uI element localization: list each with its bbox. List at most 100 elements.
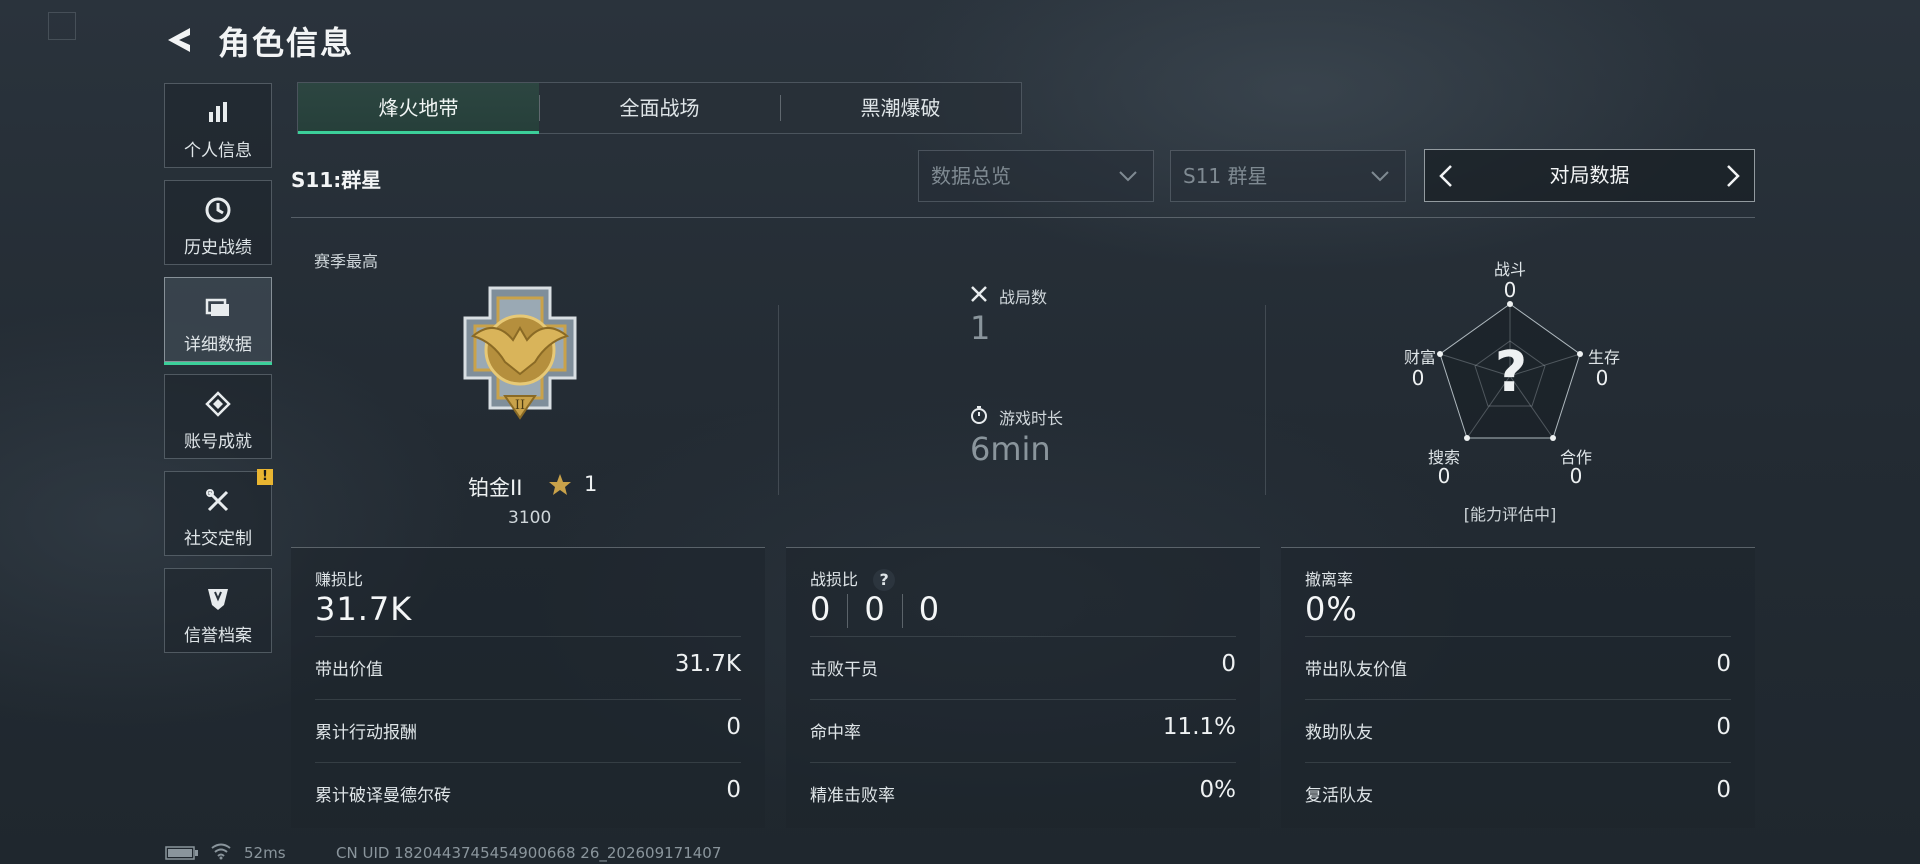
chevron-right-icon[interactable] <box>1718 162 1746 190</box>
sidebar-item-label: 社交定制 <box>184 529 252 549</box>
ratio-value: 0 <box>810 590 832 628</box>
stat-value: 0 <box>726 714 741 740</box>
stat-label: 带出价值 <box>315 660 383 680</box>
radar-value-combat: 0 <box>1503 278 1517 302</box>
radar-label-combat: 战斗 <box>1493 260 1526 279</box>
dropdown-value: S11 群星 <box>1183 164 1268 188</box>
ratio-value: 0 <box>918 590 941 628</box>
stat-label: 精准击败率 <box>810 786 895 806</box>
stat-value: 0 <box>1221 651 1236 677</box>
folder-icon <box>205 298 229 316</box>
achievement-icon <box>205 391 231 417</box>
stat-row: 带出价值 31.7K <box>315 636 741 699</box>
stat-row: 累计破译曼德尔砖 0 <box>315 762 741 825</box>
back-arrow-icon <box>168 28 190 52</box>
shield-icon <box>208 589 228 610</box>
card-title: 赚损比 <box>315 570 364 589</box>
kd-ratio-values: 000 <box>810 590 940 628</box>
tab-dark-tide[interactable]: 黑潮爆破 <box>780 83 1021 133</box>
matches-label: 战局数 <box>999 288 1048 307</box>
sidebar-item-detailed-data[interactable]: 详细数据 <box>164 277 272 365</box>
stat-value: 0 <box>1716 651 1731 677</box>
chevron-down-icon <box>1119 171 1137 182</box>
rank-stars: 1 <box>584 472 598 496</box>
radar-status: [能力评估中] <box>1463 505 1557 524</box>
divider <box>778 305 779 495</box>
playtime-value: 6min <box>970 430 1051 468</box>
ping-readout: 52ms <box>244 844 286 862</box>
tab-full-battlefield[interactable]: 全面战场 <box>539 83 780 133</box>
stat-value: 11.1% <box>1162 714 1236 740</box>
sidebar-item-label: 账号成就 <box>184 432 252 452</box>
stat-label: 命中率 <box>810 723 861 743</box>
radar-label-survival: 生存 <box>1587 348 1620 367</box>
matches-value: 1 <box>970 309 991 347</box>
stat-label: 累计行动报酬 <box>315 723 417 743</box>
stat-label: 累计破译曼德尔砖 <box>315 786 451 806</box>
radar-value-survival: 0 <box>1595 366 1609 390</box>
profit-loss-card: 赚损比 31.7K 带出价值 31.7K 累计行动报酬 0 累计破译曼德尔砖 0 <box>291 547 765 828</box>
stat-label: 带出队友价值 <box>1305 660 1407 680</box>
stat-row: 精准击败率 0% <box>810 762 1236 825</box>
bar-chart-icon <box>209 102 227 122</box>
stat-row: 击败干员 0 <box>810 636 1236 699</box>
uid-readout: CN UID 1820443745454900668 26_2026091714… <box>336 844 722 862</box>
divider <box>1265 305 1266 495</box>
card-title-text: 战损比 <box>810 570 859 589</box>
page-title: 角色信息 <box>218 24 355 62</box>
radar-center-mark: ? <box>1494 340 1528 405</box>
sidebar-item-label: 历史战绩 <box>184 238 252 258</box>
crossed-swords-icon <box>971 286 987 302</box>
extraction-rate-card: 撤离率 0% 带出队友价值 0 救助队友 0 复活队友 0 <box>1281 547 1755 828</box>
season-label: S11:群星 <box>291 168 382 192</box>
card-main-value: 0% <box>1305 590 1358 628</box>
stat-value: 31.7K <box>674 651 741 677</box>
radar-value-wealth: 0 <box>1411 366 1425 390</box>
playtime-label: 游戏时长 <box>999 409 1064 428</box>
stat-row: 救助队友 0 <box>1305 699 1731 762</box>
sidebar-item-social[interactable]: 社交定制 ! <box>164 469 273 556</box>
frame-corner <box>48 12 76 40</box>
match-data-selector: 对局数据 <box>1424 149 1755 202</box>
divider <box>291 217 1755 218</box>
radar-value-search: 0 <box>1437 464 1451 488</box>
stat-value: 0 <box>1716 777 1731 803</box>
sidebar-item-reputation[interactable]: 信誉档案 <box>164 568 272 653</box>
sidebar-item-personal-info[interactable]: 个人信息 <box>164 83 272 168</box>
match-data-label: 对局数据 <box>1549 163 1630 187</box>
kill-death-card: 战损比 ? 000 击败干员 0 命中率 11.1% 精准击败率 0% <box>786 547 1260 828</box>
battery-icon <box>165 846 198 860</box>
chevron-down-icon <box>1371 171 1389 182</box>
mode-tabs: 烽火地带 全面战场 黑潮爆破 <box>297 82 1022 134</box>
emblem-numeral: II <box>515 398 525 413</box>
stat-value: 0% <box>1199 777 1237 803</box>
tab-beacon-zone[interactable]: 烽火地带 <box>298 83 539 134</box>
sidebar-item-label: 信誉档案 <box>184 626 252 646</box>
radar-label-wealth: 财富 <box>1403 348 1436 367</box>
clock-icon <box>205 197 231 223</box>
back-button[interactable] <box>160 20 200 60</box>
sidebar-item-achievements[interactable]: 账号成就 <box>164 374 272 459</box>
stat-label: 复活队友 <box>1305 786 1373 806</box>
data-view-dropdown[interactable]: 数据总览 <box>918 150 1154 202</box>
stat-label: 击败干员 <box>810 660 878 680</box>
stat-row: 累计行动报酬 0 <box>315 699 741 762</box>
rank-emblem: II <box>463 286 577 420</box>
radar-value-teamwork: 0 <box>1569 464 1583 488</box>
stat-row: 命中率 11.1% <box>810 699 1236 762</box>
rank-score: 3100 <box>508 508 552 528</box>
card-title: 战损比 ? <box>810 566 896 591</box>
stat-row: 带出队友价值 0 <box>1305 636 1731 699</box>
wifi-icon <box>211 843 231 860</box>
sidebar-item-history[interactable]: 历史战绩 <box>164 180 272 265</box>
notification-badge: ! <box>257 469 273 485</box>
stat-label: 救助队友 <box>1305 723 1373 743</box>
stat-value: 0 <box>726 777 741 803</box>
season-dropdown[interactable]: S11 群星 <box>1170 150 1406 202</box>
chevron-left-icon[interactable] <box>1433 162 1461 190</box>
ratio-value: 0 <box>864 590 886 628</box>
sidebar-item-label: 详细数据 <box>184 335 252 355</box>
help-icon[interactable]: ? <box>873 569 896 591</box>
rank-tier: 铂金II <box>468 476 523 500</box>
stat-value: 0 <box>1716 714 1731 740</box>
